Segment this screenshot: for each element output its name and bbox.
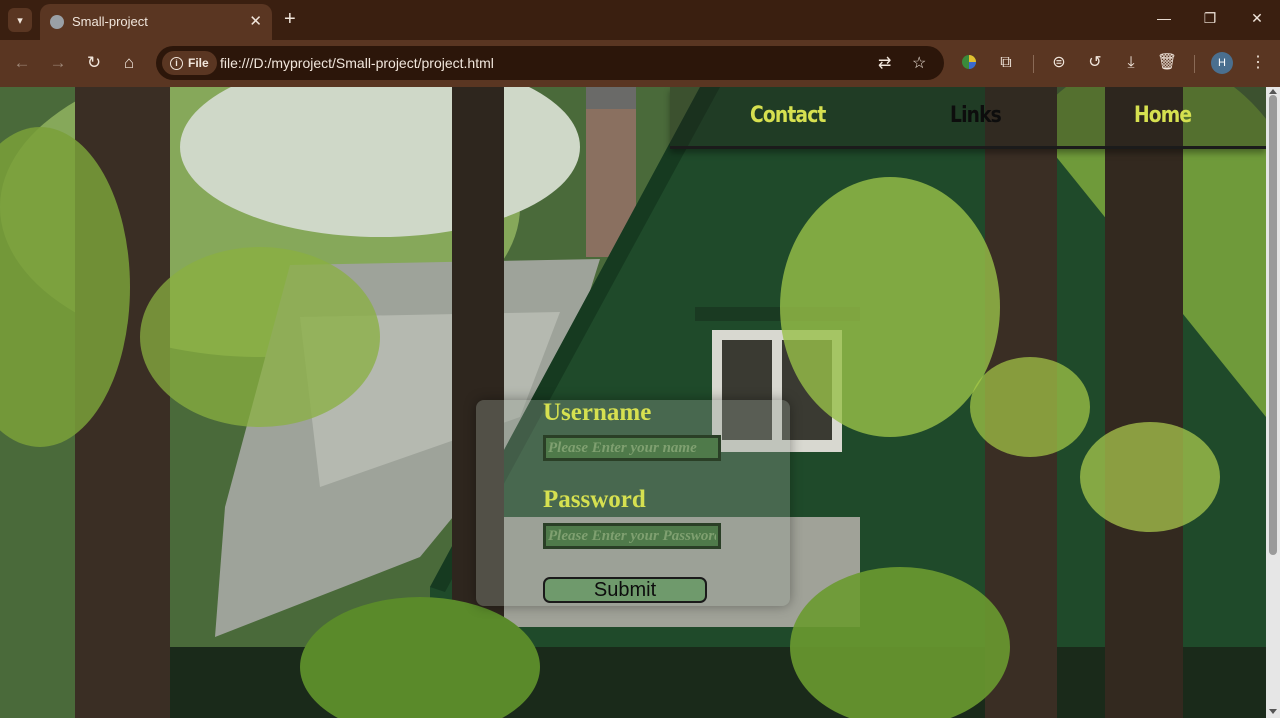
submit-button[interactable]: Submit xyxy=(543,577,707,603)
minimize-icon[interactable]: — xyxy=(1154,10,1174,26)
translate-icon[interactable]: ⇄ xyxy=(878,53,891,73)
trash-icon[interactable]: 🗑 xyxy=(1156,53,1178,73)
color-extension-graphic xyxy=(962,55,976,69)
profile-avatar[interactable]: H xyxy=(1211,52,1233,74)
toolbar-divider xyxy=(1033,55,1034,73)
site-info-chip[interactable]: i File xyxy=(162,51,217,75)
scrollbar-thumb[interactable] xyxy=(1269,95,1277,555)
globe-icon xyxy=(50,15,64,29)
page-scrollbar[interactable] xyxy=(1266,87,1280,718)
url-text[interactable]: file:///D:/myproject/Small-project/proje… xyxy=(220,55,494,71)
tab-search-chevron-down-icon[interactable]: ▾ xyxy=(8,8,32,32)
extensions-puzzle-icon[interactable]: ⧉ xyxy=(995,53,1017,73)
page-viewport: Contact Links Home Username Password Sub… xyxy=(0,87,1266,718)
close-window-icon[interactable]: ✕ xyxy=(1247,10,1267,27)
home-icon[interactable]: ⌂ xyxy=(118,53,140,73)
password-input[interactable] xyxy=(543,523,721,549)
reload-icon[interactable]: ↻ xyxy=(83,53,105,73)
new-tab-plus-icon[interactable]: + xyxy=(284,8,296,30)
nav-link-links[interactable]: Links xyxy=(950,103,1002,128)
kebab-menu-icon[interactable]: ⋮ xyxy=(1247,53,1269,73)
username-label: Username xyxy=(543,399,652,426)
tab-close-icon[interactable]: ✕ xyxy=(249,12,262,30)
info-icon: i xyxy=(170,56,183,70)
incognito-icon[interactable]: ⊜ xyxy=(1048,53,1070,73)
login-form: Username Password Submit xyxy=(476,399,790,606)
top-navigation: Contact Links Home xyxy=(670,87,1266,149)
scroll-down-arrow-icon[interactable] xyxy=(1269,709,1277,714)
bookmark-star-icon[interactable]: ☆ xyxy=(912,53,926,73)
nav-link-contact[interactable]: Contact xyxy=(750,103,826,128)
username-input[interactable] xyxy=(543,435,721,461)
tab-small-project[interactable]: Small-project ✕ xyxy=(40,4,272,40)
forward-arrow-icon[interactable]: → xyxy=(47,53,69,73)
browser-toolbar: ← → ↻ ⌂ i File file:///D:/myproject/Smal… xyxy=(0,40,1280,87)
tab-title: Small-project xyxy=(72,14,148,29)
tab-strip: ▾ Small-project ✕ + — ❐ ✕ xyxy=(0,0,1280,40)
history-icon[interactable]: ↺ xyxy=(1084,53,1106,73)
toolbar-divider xyxy=(1194,55,1195,73)
site-chip-label: File xyxy=(188,56,209,70)
downloads-icon[interactable]: ⤓ xyxy=(1120,53,1142,73)
password-label: Password xyxy=(543,486,646,513)
color-extension-icon[interactable] xyxy=(958,53,980,77)
restore-icon[interactable]: ❐ xyxy=(1200,10,1220,27)
address-bar[interactable]: i File file:///D:/myproject/Small-projec… xyxy=(156,46,944,80)
nav-link-home[interactable]: Home xyxy=(1134,103,1192,128)
scroll-up-arrow-icon[interactable] xyxy=(1269,89,1277,94)
back-arrow-icon[interactable]: ← xyxy=(11,53,33,73)
